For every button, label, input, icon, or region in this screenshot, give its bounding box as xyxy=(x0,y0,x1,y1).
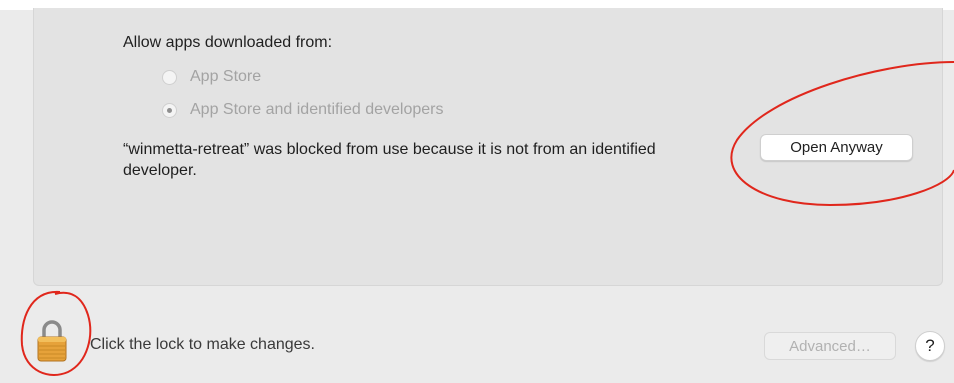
padlock-icon[interactable] xyxy=(36,317,68,363)
allow-apps-label: Allow apps downloaded from: xyxy=(123,34,333,51)
radio-label: App Store xyxy=(190,68,262,85)
blocked-app-message: “winmetta-retreat” was blocked from use … xyxy=(123,141,656,179)
open-anyway-button[interactable]: Open Anyway xyxy=(760,134,913,161)
lock-instruction-text: Click the lock to make changes. xyxy=(90,336,315,353)
radio-label: App Store and identified developers xyxy=(190,101,444,118)
radio-button[interactable] xyxy=(162,102,177,118)
help-button[interactable]: ? xyxy=(915,331,945,361)
advanced-button[interactable]: Advanced… xyxy=(764,332,896,360)
radio-app-store-identified[interactable]: App Store and identified developers xyxy=(162,101,444,119)
radio-app-store[interactable]: App Store xyxy=(162,68,261,86)
radio-button[interactable] xyxy=(162,69,177,85)
